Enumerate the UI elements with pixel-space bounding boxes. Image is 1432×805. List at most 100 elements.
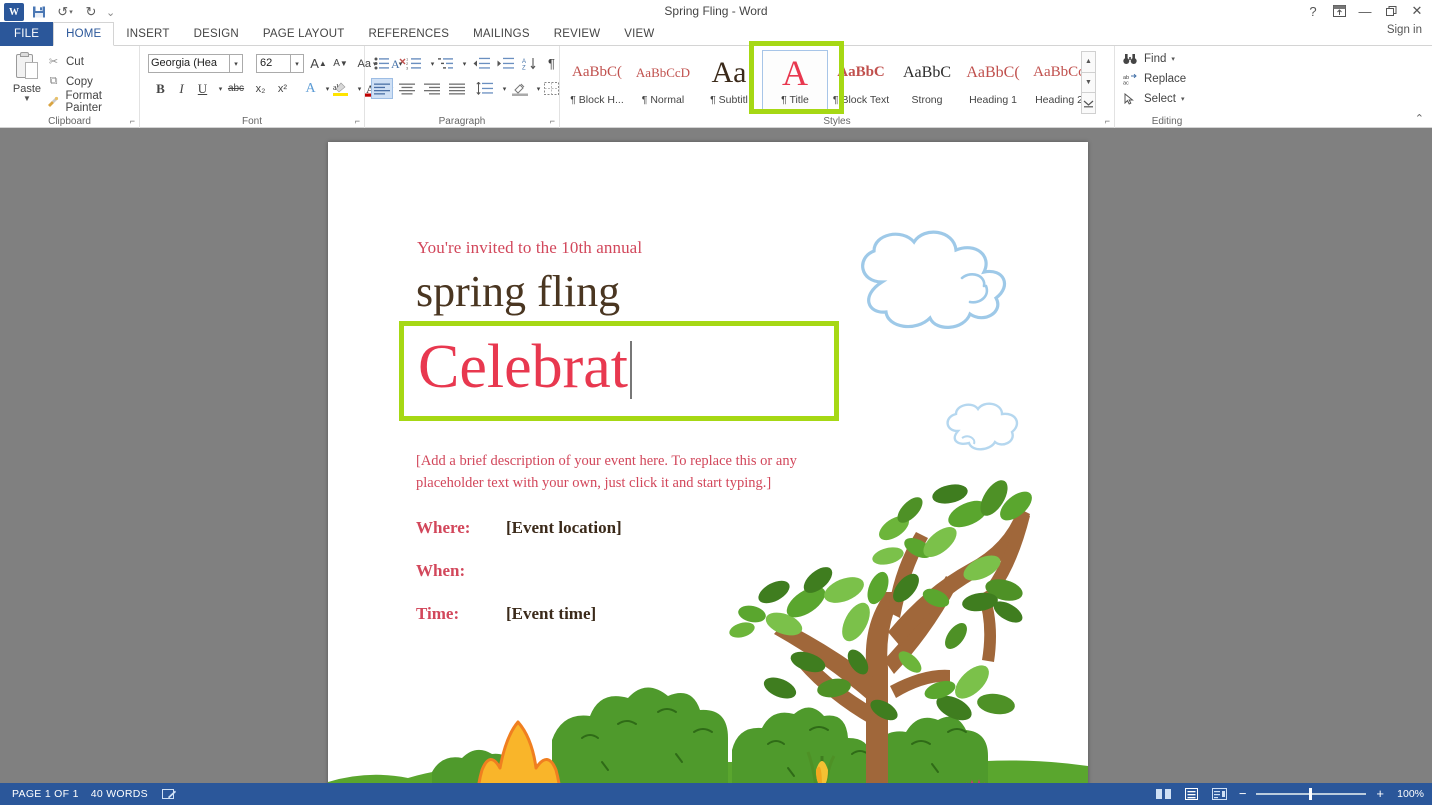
tab-design[interactable]: DESIGN [182, 22, 251, 46]
styles-scroll-buttons: ▲ ▼ [1081, 51, 1096, 115]
paragraph-dialog-launcher[interactable]: ⌐ [550, 116, 555, 126]
styles-scroll-down-button[interactable]: ▼ [1081, 71, 1096, 94]
style-preview: AaBbCcD [635, 64, 691, 80]
style-subtitle[interactable]: Aa ¶ Subtitl [696, 50, 762, 114]
decrease-indent-icon[interactable] [471, 53, 493, 74]
sort-icon[interactable]: AZ [520, 53, 541, 74]
document-kicker-text[interactable]: You're invited to the 10th annual [417, 238, 642, 258]
status-word-count[interactable]: 40 WORDS [91, 788, 148, 800]
document-row-when[interactable]: When: [416, 561, 506, 581]
font-dialog-launcher[interactable]: ⌐ [355, 116, 360, 126]
tulip-large-icon [477, 720, 561, 783]
clipboard-dialog-launcher[interactable]: ⌐ [130, 116, 135, 126]
superscript-button[interactable]: x² [272, 78, 293, 99]
zoom-slider-thumb[interactable] [1309, 788, 1313, 800]
tab-insert[interactable]: INSERT [114, 22, 181, 46]
style-label: Strong [911, 94, 943, 106]
style-block-heading[interactable]: AaBbC( ¶ Block H... [564, 50, 630, 114]
zoom-slider[interactable] [1256, 788, 1367, 800]
bullets-icon[interactable] [371, 53, 392, 74]
document-canvas[interactable]: You're invited to the 10th annual spring… [0, 128, 1432, 783]
find-dropdown-arrow[interactable]: ▾ [1171, 55, 1175, 63]
document-row-where[interactable]: Where: [Event location] [416, 518, 622, 538]
cursor-arrow-icon [1123, 93, 1139, 105]
tab-view[interactable]: VIEW [612, 22, 666, 46]
paste-button[interactable]: Paste ▼ [6, 50, 48, 112]
tab-references[interactable]: REFERENCES [357, 22, 462, 46]
tab-mailings[interactable]: MAILINGS [461, 22, 542, 46]
style-title[interactable]: A ¶ Title [762, 50, 828, 114]
cut-label: Cut [66, 55, 84, 68]
subscript-button[interactable]: x₂ [250, 78, 271, 99]
style-preview: Aa [711, 55, 747, 89]
strikethrough-button[interactable]: abc [224, 78, 248, 99]
status-page-indicator[interactable]: PAGE 1 OF 1 [12, 788, 79, 800]
document-subtitle-text[interactable]: spring fling [416, 270, 620, 314]
italic-glyph: I [179, 80, 184, 96]
align-right-icon[interactable] [421, 78, 443, 99]
annotation-text-cursor [630, 341, 632, 399]
shrink-font-icon[interactable]: A ▼ [330, 53, 351, 74]
tab-file[interactable]: FILE [0, 22, 54, 46]
styles-scroll-up-button[interactable]: ▲ [1081, 51, 1096, 73]
restore-button[interactable] [1378, 0, 1404, 22]
copy-button[interactable]: ⧉ Copy [46, 72, 93, 91]
justify-icon[interactable] [446, 78, 468, 99]
font-size-input[interactable]: 62 [256, 54, 291, 73]
shading-icon[interactable] [509, 78, 530, 99]
zoom-level-label[interactable]: 100% [1394, 788, 1424, 800]
style-preview: AaBbC( [572, 64, 622, 80]
select-dropdown-arrow[interactable]: ▾ [1181, 95, 1185, 103]
read-mode-icon[interactable] [1155, 786, 1173, 802]
tab-review[interactable]: REVIEW [542, 22, 613, 46]
italic-button[interactable]: I [171, 78, 192, 99]
increase-indent-icon[interactable] [495, 53, 517, 74]
tab-home[interactable]: HOME [53, 22, 115, 46]
font-name-dropdown-arrow[interactable]: ▾ [230, 54, 243, 73]
tab-page-layout[interactable]: PAGE LAYOUT [251, 22, 357, 46]
grow-font-icon[interactable]: A ▲ [308, 53, 329, 74]
minimize-button[interactable]: — [1352, 0, 1378, 22]
web-layout-icon[interactable] [1211, 786, 1229, 802]
document-row-time[interactable]: Time: [Event time] [416, 604, 596, 624]
proofing-icon[interactable] [161, 788, 177, 801]
style-block-text[interactable]: AaBbC ¶ Block Text [828, 50, 894, 114]
align-left-icon[interactable] [371, 78, 393, 99]
style-label: ¶ Subtitl [710, 94, 748, 106]
numbering-icon[interactable]: 123 [403, 53, 424, 74]
highlight-color-icon[interactable]: ab [330, 78, 351, 99]
font-size-dropdown-arrow[interactable]: ▾ [291, 54, 304, 73]
line-spacing-icon[interactable] [473, 78, 495, 99]
close-button[interactable]: ✕ [1404, 0, 1430, 22]
replace-button[interactable]: ab ac Replace [1123, 69, 1186, 89]
document-page[interactable]: You're invited to the 10th annual spring… [328, 142, 1088, 783]
style-preview: AaBbC [903, 63, 951, 81]
style-strong[interactable]: AaBbC Strong [894, 50, 960, 114]
paste-dropdown-arrow[interactable]: ▼ [23, 95, 31, 103]
style-normal[interactable]: AaBbCcD ¶ Normal [630, 50, 696, 114]
select-button[interactable]: Select ▾ [1123, 89, 1184, 109]
style-heading-1[interactable]: AaBbC( Heading 1 [960, 50, 1026, 114]
zoom-in-button[interactable]: + [1376, 787, 1384, 800]
help-button[interactable]: ? [1300, 0, 1326, 22]
ribbon-tabs: FILE HOME INSERT DESIGN PAGE LAYOUT REFE… [0, 22, 1432, 46]
svg-text:A: A [522, 59, 526, 65]
document-body-text[interactable]: [Add a brief description of your event h… [416, 450, 816, 495]
font-name-input[interactable]: Georgia (Hea [148, 54, 230, 73]
bold-button[interactable]: B [150, 78, 171, 99]
ribbon-display-options-button[interactable] [1326, 0, 1352, 22]
format-painter-label: Format Painter [65, 89, 102, 114]
style-preview: AaBbC( [966, 63, 1020, 81]
sign-in-link[interactable]: Sign in [1387, 24, 1422, 36]
zoom-out-button[interactable]: − [1239, 787, 1247, 800]
svg-text:Z: Z [522, 66, 526, 71]
find-button[interactable]: Find ▾ [1123, 49, 1175, 69]
print-layout-icon[interactable] [1183, 786, 1201, 802]
align-center-icon[interactable] [396, 78, 418, 99]
format-painter-button[interactable]: Format Painter [46, 89, 139, 114]
styles-more-button[interactable] [1081, 92, 1096, 115]
show-formatting-marks-icon[interactable]: ¶ [541, 53, 562, 74]
cut-button[interactable]: ✂ Cut [46, 52, 84, 71]
multilevel-list-icon[interactable] [435, 53, 456, 74]
collapse-ribbon-button[interactable]: ⌃ [1415, 112, 1424, 125]
